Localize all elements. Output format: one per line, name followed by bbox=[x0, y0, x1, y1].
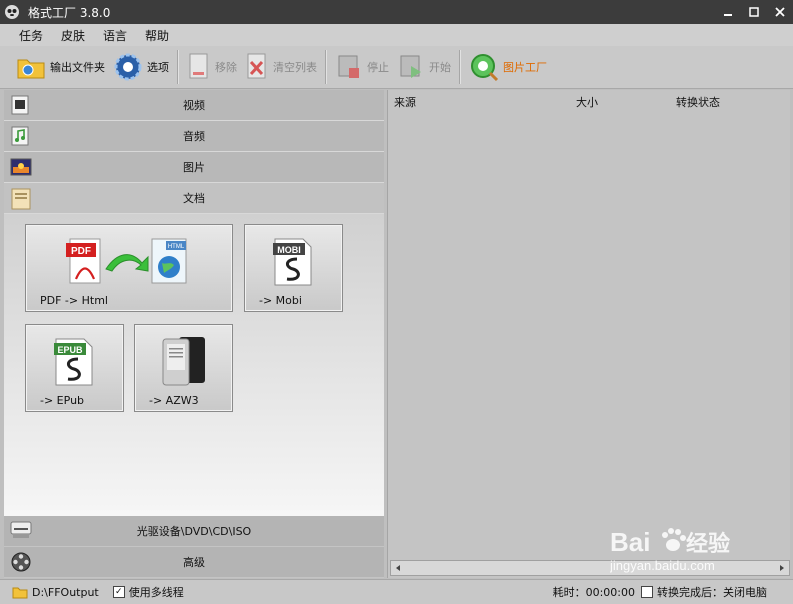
svg-text:经验: 经验 bbox=[686, 531, 730, 557]
category-document[interactable]: 文档 bbox=[4, 183, 384, 214]
film-reel-icon bbox=[11, 552, 31, 572]
optical-drive-icon bbox=[10, 521, 32, 538]
epub-badge: EPUB bbox=[57, 345, 83, 355]
picture-factory-button[interactable]: 图片工厂 bbox=[465, 49, 551, 85]
clear-list-icon bbox=[247, 53, 266, 79]
html-badge: HTML bbox=[168, 244, 185, 250]
after-conversion-label: 转换完成后：关闭电脑 bbox=[657, 586, 767, 599]
baidu-watermark: Bai 经验 jingyan.baidu.com bbox=[609, 525, 760, 576]
remove-icon bbox=[189, 53, 208, 79]
tool-to-azw3-label: -> AZW3 bbox=[149, 394, 199, 407]
toolbar-separator bbox=[459, 50, 461, 84]
gear-icon bbox=[114, 53, 142, 81]
tool-pdf-to-html[interactable]: PDF HTML PDF -> Html bbox=[25, 224, 233, 312]
scroll-left-button[interactable] bbox=[391, 561, 405, 575]
category-panel: 视频 音频 图片 文档 PDF HTML PDF -> Html MOBI ->… bbox=[4, 90, 384, 578]
output-folder-icon bbox=[12, 587, 28, 599]
maximize-icon bbox=[749, 7, 759, 17]
elapsed-time: 耗时：00:00:00 bbox=[552, 586, 635, 599]
column-header-size[interactable]: 大小 bbox=[576, 94, 598, 110]
category-rom-device[interactable]: 光驱设备\DVD\CD\ISO bbox=[4, 516, 384, 546]
minimize-icon bbox=[724, 14, 732, 16]
stop-icon bbox=[338, 55, 359, 78]
menu-skin[interactable]: 皮肤 bbox=[52, 27, 94, 44]
tool-to-azw3[interactable]: -> AZW3 bbox=[134, 324, 233, 412]
mobi-badge: MOBI bbox=[277, 245, 301, 255]
start-button[interactable]: 开始 bbox=[393, 49, 455, 85]
audio-icon bbox=[11, 126, 29, 146]
document-tools-area: PDF HTML PDF -> Html MOBI -> Mobi EPUB -… bbox=[4, 214, 384, 516]
toolbar: 输出文件夹 选项 移除 清空列表 停止 开始 图片工厂 bbox=[0, 46, 793, 89]
start-icon bbox=[400, 55, 421, 78]
clear-list-button[interactable]: 清空列表 bbox=[241, 49, 321, 85]
ebook-reader-icon bbox=[162, 337, 205, 386]
output-path[interactable]: D:\FFOutput bbox=[32, 586, 99, 599]
tool-to-epub-label: -> EPub bbox=[40, 394, 85, 407]
app-logo-icon bbox=[5, 5, 19, 19]
menu-language[interactable]: 语言 bbox=[94, 27, 136, 44]
pdf-badge: PDF bbox=[71, 246, 91, 257]
category-video[interactable]: 视频 bbox=[4, 90, 384, 121]
menu-bar: 任务 皮肤 语言 帮助 bbox=[0, 24, 793, 46]
multithread-label: 使用多线程 bbox=[128, 586, 184, 599]
menu-help[interactable]: 帮助 bbox=[136, 27, 178, 44]
toolbar-separator bbox=[325, 50, 327, 84]
tool-pdf-to-html-label: PDF -> Html bbox=[40, 294, 108, 307]
remove-button[interactable]: 移除 bbox=[183, 49, 241, 85]
task-list[interactable]: 来源 大小 转换状态 bbox=[387, 90, 790, 578]
minimize-button[interactable] bbox=[715, 0, 741, 24]
multithread-checkbox[interactable]: ✓ bbox=[112, 586, 125, 598]
folder-icon bbox=[17, 59, 45, 79]
window-title: 格式工厂 3.8.0 bbox=[28, 5, 111, 20]
scroll-right-button[interactable] bbox=[775, 561, 789, 575]
title-bar: 格式工厂 3.8.0 bbox=[0, 0, 793, 24]
image-icon bbox=[10, 158, 32, 176]
document-icon bbox=[11, 188, 31, 210]
column-header-status[interactable]: 转换状态 bbox=[676, 94, 720, 110]
arrow-right-icon bbox=[780, 565, 784, 571]
picture-factory-icon bbox=[471, 54, 499, 82]
output-folder-button[interactable]: 输出文件夹 bbox=[12, 49, 109, 85]
options-button[interactable]: 选项 bbox=[109, 49, 173, 85]
maximize-button[interactable] bbox=[741, 0, 767, 24]
tool-to-epub[interactable]: EPUB -> EPub bbox=[25, 324, 124, 412]
tool-to-mobi[interactable]: MOBI -> Mobi bbox=[244, 224, 343, 312]
svg-text:jingyan.baidu.com: jingyan.baidu.com bbox=[610, 558, 715, 573]
shutdown-after-checkbox[interactable] bbox=[641, 586, 653, 598]
svg-text:Bai: Bai bbox=[610, 527, 650, 557]
close-icon bbox=[775, 7, 785, 17]
category-image[interactable]: 图片 bbox=[4, 152, 384, 183]
tool-to-mobi-label: -> Mobi bbox=[259, 294, 302, 307]
mobi-icon: MOBI bbox=[273, 238, 312, 286]
toolbar-separator bbox=[177, 50, 179, 84]
category-audio[interactable]: 音频 bbox=[4, 121, 384, 152]
menu-tasks[interactable]: 任务 bbox=[10, 27, 52, 44]
baidu-jingyan-logo: Bai 经验 jingyan.baidu.com bbox=[609, 527, 730, 573]
column-header-source[interactable]: 来源 bbox=[394, 94, 416, 110]
arrow-left-icon bbox=[396, 565, 400, 571]
category-advanced[interactable]: 高级 bbox=[4, 547, 384, 577]
epub-icon: EPUB bbox=[54, 338, 93, 386]
stop-button[interactable]: 停止 bbox=[331, 49, 393, 85]
close-button[interactable] bbox=[767, 0, 793, 24]
pdf-to-html-icon: PDF HTML bbox=[66, 238, 187, 284]
video-icon bbox=[11, 95, 29, 115]
status-bar: D:\FFOutput ✓ 使用多线程 耗时：00:00:00 转换完成后：关闭… bbox=[0, 579, 793, 604]
